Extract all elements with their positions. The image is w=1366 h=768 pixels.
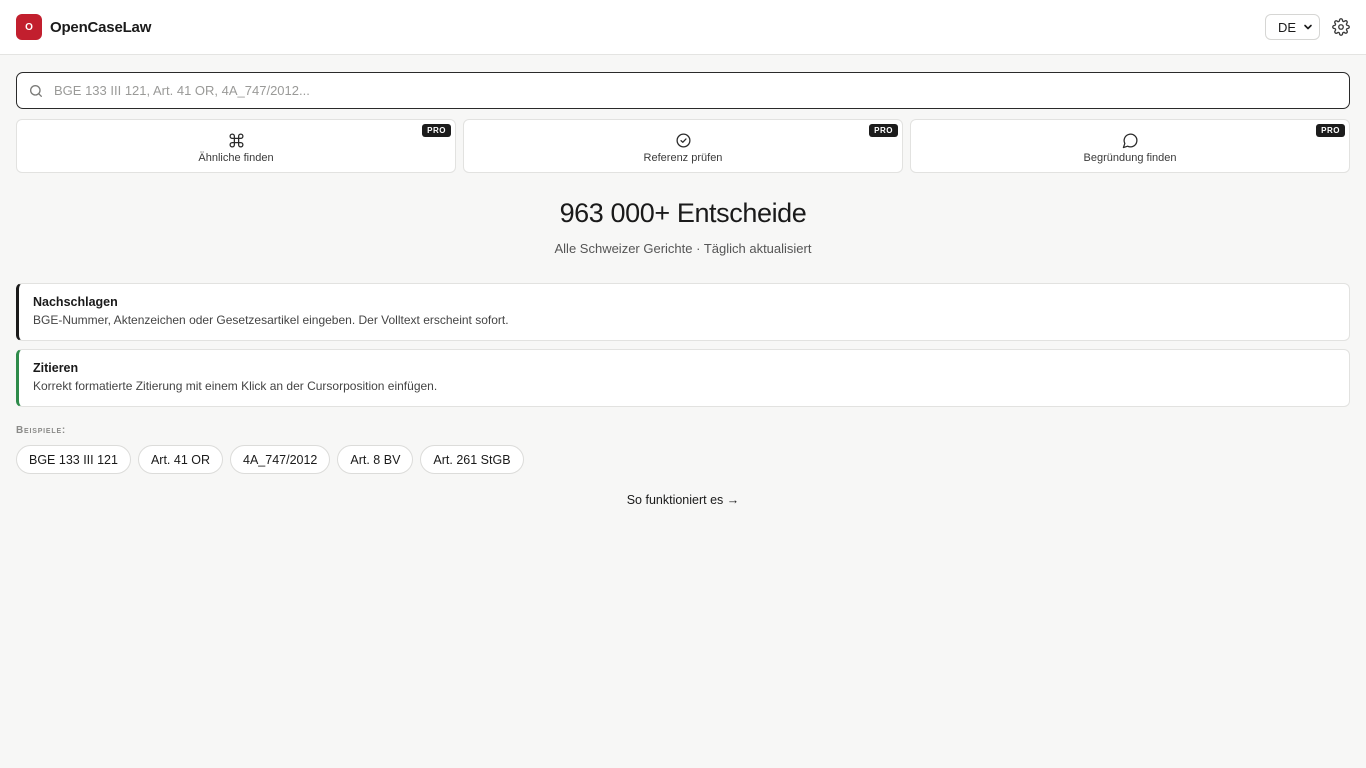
- examples-label: Beispiele:: [16, 425, 67, 436]
- feature-title: Zitieren: [33, 361, 79, 375]
- brand-name[interactable]: OpenCaseLaw: [50, 19, 151, 36]
- tool-label: Ähnliche finden: [198, 152, 274, 164]
- logo[interactable]: O: [16, 14, 42, 40]
- feature-description: BGE-Nummer, Aktenzeichen oder Gesetzesar…: [33, 313, 509, 327]
- example-chips: BGE 133 III 121 Art. 41 OR 4A_747/2012 A…: [16, 445, 524, 474]
- pro-badge: PRO: [422, 124, 451, 137]
- language-select[interactable]: DE: [1265, 14, 1320, 40]
- gear-icon: [1332, 18, 1350, 36]
- similar-cases-button[interactable]: PRO Ähnliche finden: [16, 119, 456, 173]
- tool-label: Referenz prüfen: [643, 152, 723, 164]
- hero-subtitle: Alle Schweizer Gerichte · Täglich aktual…: [554, 241, 812, 256]
- app-header: O OpenCaseLaw DE: [0, 0, 1366, 55]
- feature-title: Nachschlagen: [33, 295, 118, 309]
- feature-card-lookup: Nachschlagen BGE-Nummer, Aktenzeichen od…: [16, 283, 1350, 341]
- how-it-works-link[interactable]: So funktioniert es →: [0, 493, 1366, 507]
- tool-row: PRO Ähnliche finden PRO Referenz prüfen …: [16, 119, 1350, 173]
- example-chip[interactable]: 4A_747/2012: [230, 445, 331, 474]
- message-circle-icon: [1122, 133, 1137, 149]
- pro-badge: PRO: [869, 124, 898, 137]
- pro-badge: PRO: [1316, 124, 1345, 137]
- chevron-down-icon: [1304, 24, 1312, 30]
- header-actions: DE: [1265, 14, 1350, 40]
- search-box[interactable]: [16, 72, 1350, 109]
- example-chip[interactable]: BGE 133 III 121: [16, 445, 131, 474]
- example-chip[interactable]: Art. 41 OR: [137, 445, 223, 474]
- feature-description: Korrekt formatierte Zitierung mit einem …: [33, 379, 438, 393]
- search-input[interactable]: [54, 83, 1349, 98]
- check-circle-icon: [675, 133, 691, 148]
- tool-label: Begründung finden: [1083, 152, 1177, 164]
- feature-card-cite: Zitieren Korrekt formatierte Zitierung m…: [16, 349, 1350, 407]
- example-chip[interactable]: Art. 261 StGB: [420, 445, 524, 474]
- search-icon: [30, 84, 42, 97]
- language-value: DE: [1278, 19, 1297, 35]
- check-reference-button[interactable]: PRO Referenz prüfen: [463, 119, 903, 173]
- settings-button[interactable]: [1332, 18, 1350, 36]
- decision-count: 963 000+ Entscheide: [559, 198, 807, 228]
- example-chip[interactable]: Art. 8 BV: [337, 445, 414, 474]
- command-icon: [229, 133, 243, 148]
- find-reasoning-button[interactable]: PRO Begründung finden: [910, 119, 1350, 173]
